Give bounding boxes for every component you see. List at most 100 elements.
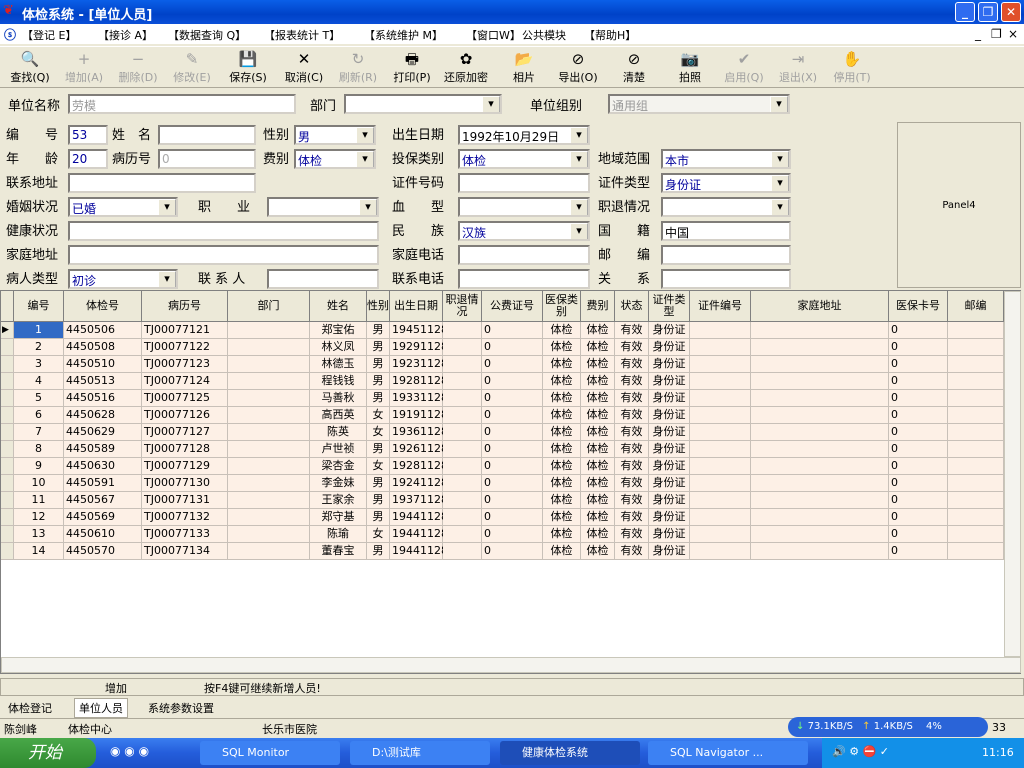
grid-cell[interactable] <box>443 339 482 356</box>
column-header-4[interactable]: 姓名 <box>310 291 367 322</box>
grid-cell[interactable]: TJ00077126 <box>142 407 228 424</box>
grid-cell[interactable]: 0 <box>482 492 543 509</box>
grid-cell[interactable] <box>948 390 1004 407</box>
start-button[interactable]: 开始 <box>0 738 96 768</box>
toolbar-button-12[interactable]: 📷 拍照 <box>664 49 716 85</box>
grid-cell[interactable] <box>751 424 889 441</box>
grid-cell[interactable]: 体检 <box>543 509 581 526</box>
grid-cell[interactable]: TJ00077129 <box>142 458 228 475</box>
maximize-button[interactable]: ❐ <box>978 2 998 22</box>
row-indicator[interactable] <box>1 458 14 475</box>
grid-cell[interactable] <box>751 526 889 543</box>
grid-cell[interactable] <box>948 373 1004 390</box>
grid-cell[interactable] <box>443 356 482 373</box>
grid-cell[interactable]: 有效 <box>615 424 649 441</box>
unit-name-input[interactable]: 劳模 <box>68 94 296 114</box>
grid-cell[interactable]: 0 <box>889 475 948 492</box>
grid-cell[interactable] <box>228 458 310 475</box>
grid-cell[interactable]: TJ00077130 <box>142 475 228 492</box>
grid-cell[interactable] <box>443 509 482 526</box>
grid-cell[interactable] <box>443 441 482 458</box>
grid-cell[interactable] <box>228 322 310 339</box>
toolbar-button-4[interactable]: 💾 保存(S) <box>222 49 274 85</box>
grid-cell[interactable]: TJ00077128 <box>142 441 228 458</box>
addr-input[interactable] <box>68 173 256 193</box>
grid-cell[interactable]: 体检 <box>581 322 615 339</box>
grid-cell[interactable] <box>228 424 310 441</box>
task-sql-monitor[interactable]: SQL Monitor <box>200 741 340 765</box>
grid-cell[interactable]: 体检 <box>581 339 615 356</box>
toolbar-button-7[interactable]: 🖶 打印(P) <box>386 49 438 85</box>
grid-cell[interactable]: 有效 <box>615 339 649 356</box>
grid-cell[interactable]: 19441128 <box>390 526 448 543</box>
cert-no-input[interactable] <box>458 173 590 193</box>
grid-cell[interactable]: 0 <box>482 424 543 441</box>
grid-cell[interactable]: 0 <box>889 458 948 475</box>
grid-cell[interactable]: 身份证 <box>649 509 690 526</box>
grid-cell[interactable] <box>228 509 310 526</box>
grid-cell[interactable]: 林德玉 <box>310 356 367 373</box>
grid-cell[interactable]: 19191128 <box>390 407 448 424</box>
grid-cell[interactable]: 19281128 <box>390 458 448 475</box>
grid-cell[interactable]: 10 <box>14 475 64 492</box>
grid-cell[interactable]: 体检 <box>543 492 581 509</box>
grid-cell[interactable]: 19291128 <box>390 339 448 356</box>
column-header-15[interactable]: 医保卡号 <box>889 291 948 322</box>
grid-cell[interactable]: 0 <box>482 526 543 543</box>
horizontal-scrollbar[interactable] <box>1 657 1021 673</box>
grid-cell[interactable]: 7 <box>14 424 64 441</box>
toolbar-button-0[interactable]: 🔍 查找(Q) <box>4 49 56 85</box>
menu-common[interactable]: 公共模块 <box>522 27 566 43</box>
grid-cell[interactable]: TJ00077127 <box>142 424 228 441</box>
unit-group-select[interactable]: 通用组 <box>608 94 790 114</box>
grid-cell[interactable]: 体检 <box>543 356 581 373</box>
grid-cell[interactable]: 身份证 <box>649 356 690 373</box>
grid-cell[interactable]: 体检 <box>543 407 581 424</box>
grid-cell[interactable]: 体检 <box>581 543 615 560</box>
grid-cell[interactable]: 0 <box>889 407 948 424</box>
grid-cell[interactable]: 0 <box>482 543 543 560</box>
grid-cell[interactable] <box>690 356 751 373</box>
menu-maintenance[interactable]: 【系统维护 M】 <box>364 27 443 43</box>
grid-cell[interactable]: 19441128 <box>390 543 448 560</box>
grid-cell[interactable] <box>690 322 751 339</box>
grid-cell[interactable]: 体检 <box>543 322 581 339</box>
toolbar-button-6[interactable]: ↻ 刷新(R) <box>332 49 384 85</box>
grid-cell[interactable]: TJ00077124 <box>142 373 228 390</box>
column-header-10[interactable]: 费别 <box>581 291 615 322</box>
contact-input[interactable] <box>267 269 379 289</box>
grid-cell[interactable]: 19331128 <box>390 390 448 407</box>
grid-cell[interactable]: 0 <box>889 339 948 356</box>
home-input[interactable] <box>68 245 379 265</box>
grid-cell[interactable]: 0 <box>889 492 948 509</box>
grid-cell[interactable]: 体检 <box>581 441 615 458</box>
grid-cell[interactable]: 19451128 <box>390 322 448 339</box>
grid-cell[interactable]: 身份证 <box>649 407 690 424</box>
grid-cell[interactable]: 男 <box>367 356 390 373</box>
grid-cell[interactable] <box>751 509 889 526</box>
column-header-7[interactable]: 职退情况 <box>443 291 482 322</box>
grid-cell[interactable]: 有效 <box>615 441 649 458</box>
grid-cell[interactable] <box>228 441 310 458</box>
relation-input[interactable] <box>661 269 791 289</box>
grid-cell[interactable] <box>443 424 482 441</box>
grid-cell[interactable]: 身份证 <box>649 543 690 560</box>
row-indicator[interactable] <box>1 543 14 560</box>
grid-cell[interactable]: 体检 <box>581 407 615 424</box>
ptype-select[interactable]: 初诊 <box>68 269 178 289</box>
grid-cell[interactable]: 4450589 <box>64 441 142 458</box>
name-input[interactable] <box>158 125 256 145</box>
grid-cell[interactable]: 郑守基 <box>310 509 367 526</box>
grid-cell[interactable]: TJ00077121 <box>142 322 228 339</box>
grid-cell[interactable] <box>948 424 1004 441</box>
grid-cell[interactable]: 女 <box>367 424 390 441</box>
age-input[interactable]: 20 <box>68 149 108 169</box>
grid-cell[interactable]: 0 <box>889 543 948 560</box>
grid-cell[interactable] <box>228 475 310 492</box>
grid-cell[interactable] <box>443 322 482 339</box>
grid-cell[interactable]: 体检 <box>581 424 615 441</box>
grid-cell[interactable] <box>948 339 1004 356</box>
blood-select[interactable] <box>458 197 590 217</box>
grid-cell[interactable]: 有效 <box>615 390 649 407</box>
health-input[interactable] <box>68 221 379 241</box>
